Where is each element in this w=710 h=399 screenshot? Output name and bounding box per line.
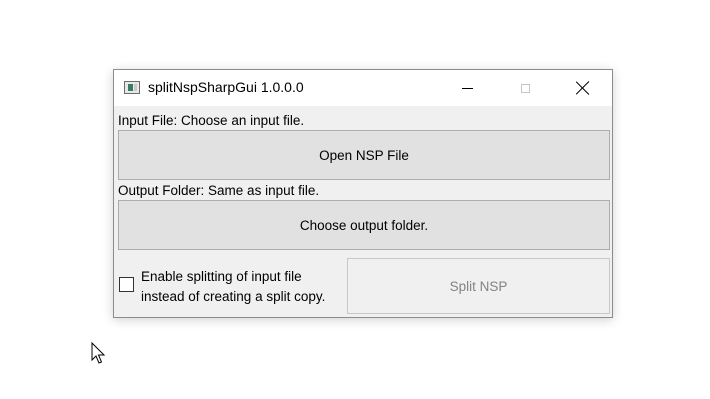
minimize-icon bbox=[461, 87, 473, 89]
mouse-pointer-icon bbox=[91, 342, 106, 364]
maximize-icon bbox=[520, 83, 530, 93]
app-window: splitNspSharpGui 1.0.0.0 Input File: Cho… bbox=[113, 69, 613, 318]
window-title: splitNspSharpGui 1.0.0.0 bbox=[148, 79, 304, 95]
inplace-split-label-line2: instead of creating a split copy. bbox=[141, 289, 326, 304]
choose-output-folder-button[interactable]: Choose output folder. bbox=[118, 200, 610, 250]
input-file-label: Input File: Choose an input file. bbox=[118, 113, 305, 128]
inplace-split-label-line1: Enable splitting of input file bbox=[141, 269, 302, 284]
inplace-split-checkbox[interactable] bbox=[119, 277, 134, 292]
close-button[interactable] bbox=[560, 70, 606, 106]
maximize-button bbox=[502, 70, 548, 106]
minimize-button[interactable] bbox=[444, 70, 490, 106]
title-bar[interactable]: splitNspSharpGui 1.0.0.0 bbox=[114, 70, 612, 106]
inplace-split-label[interactable]: Enable splitting of input file instead o… bbox=[141, 267, 325, 307]
window-app-icon bbox=[124, 81, 140, 94]
output-folder-label: Output Folder: Same as input file. bbox=[118, 183, 320, 198]
close-icon bbox=[576, 81, 590, 95]
open-nsp-file-button[interactable]: Open NSP File bbox=[118, 130, 610, 180]
desktop: splitNspSharpGui 1.0.0.0 Input File: Cho… bbox=[0, 0, 710, 399]
split-nsp-button: Split NSP bbox=[347, 258, 610, 314]
